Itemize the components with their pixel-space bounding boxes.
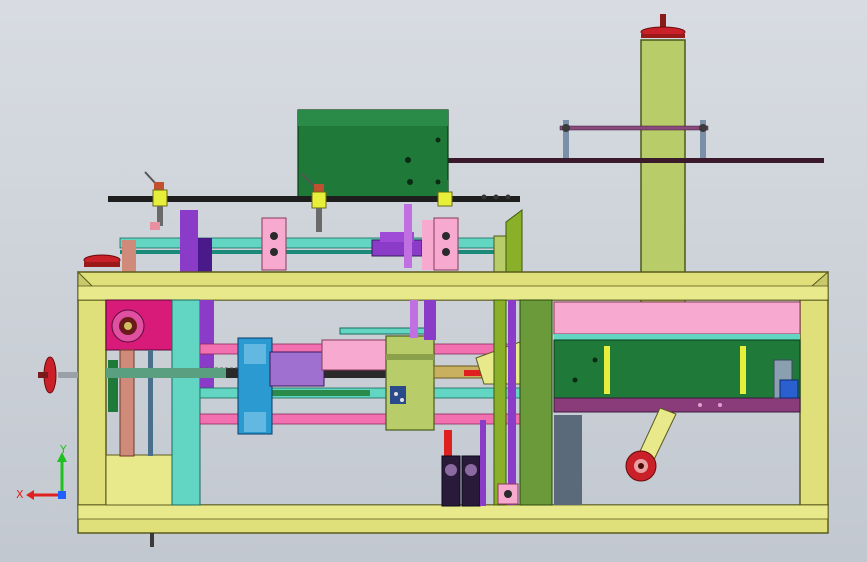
right-cabinet [553,301,801,413]
left-drive [105,299,214,506]
machine-drawing: Y X [16,14,829,547]
side-handwheel-icon [38,356,78,394]
upper-rail-assembly [448,120,824,163]
axis-x-label: X [16,488,24,501]
coordinate-triad-icon: Y X [16,443,67,506]
axis-y-label: Y [59,443,67,456]
lower-cylinders [441,420,519,507]
cad-viewport[interactable]: Y X [0,0,867,562]
top-handwheel-icon [640,14,686,38]
left-handwheel-icon [83,254,121,267]
clamp-lever-3 [437,180,511,207]
lower-handwheel-icon [625,450,657,482]
bottom-pin [150,533,154,547]
